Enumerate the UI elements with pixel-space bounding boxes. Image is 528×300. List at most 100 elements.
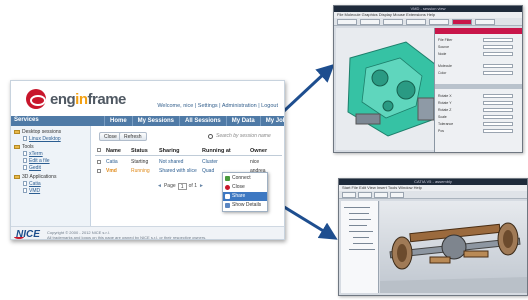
service-icon bbox=[23, 181, 27, 187]
sidebar-item-catia[interactable]: Catia bbox=[23, 181, 41, 187]
sidebar-item-gedit[interactable]: Gedit bbox=[23, 165, 41, 171]
col-running-at[interactable]: Running at bbox=[202, 148, 231, 154]
tree-node bbox=[353, 237, 369, 238]
folder-icon bbox=[14, 144, 20, 149]
col-status[interactable]: Status bbox=[131, 148, 148, 154]
row-checkbox[interactable] bbox=[97, 169, 101, 173]
catia-session-screenshot: CATIA V5 - assembly Start File Edit View… bbox=[338, 178, 528, 296]
tree-node bbox=[349, 231, 373, 232]
prop-field[interactable] bbox=[483, 45, 513, 49]
cell-sharing: Not shared bbox=[159, 159, 184, 165]
prop-field[interactable] bbox=[483, 115, 513, 119]
sidebar-item-vmd[interactable]: VMD bbox=[23, 188, 40, 194]
pagination: ◄ Page 1 of 1 ► bbox=[155, 182, 206, 190]
prop-row: Pos bbox=[438, 129, 445, 133]
tab-all-sessions[interactable]: All Sessions bbox=[179, 116, 226, 126]
3d-viewport bbox=[380, 201, 527, 293]
refresh-button[interactable]: Refresh bbox=[119, 132, 147, 141]
cell-name[interactable]: Vmd bbox=[106, 168, 117, 174]
section-divider bbox=[435, 84, 522, 89]
toolbar-button bbox=[358, 192, 372, 198]
session-search[interactable]: Search by session name bbox=[207, 132, 282, 141]
sidebar-group-3d-applications[interactable]: 3D Applications bbox=[14, 174, 56, 180]
prop-field[interactable] bbox=[483, 38, 513, 42]
page-count: of 1 bbox=[188, 183, 197, 189]
portal-footer: NICE Copyright © 2000 - 2012 NICE s.r.l.… bbox=[11, 226, 284, 240]
sidebar-group-tools[interactable]: Tools bbox=[14, 144, 34, 150]
tree-node bbox=[353, 243, 373, 244]
prop-row: Tolerance bbox=[438, 122, 454, 126]
prop-field[interactable] bbox=[483, 64, 513, 68]
properties-panel: File Filter Source Node Molecule Color R… bbox=[434, 28, 522, 152]
col-owner[interactable]: Owner bbox=[250, 148, 267, 154]
tab-my-sessions[interactable]: My Sessions bbox=[131, 116, 179, 126]
prop-row: Source bbox=[438, 45, 450, 49]
session-search-placeholder: Search by session name bbox=[216, 133, 271, 139]
tree-node bbox=[349, 249, 375, 250]
vmd-session-screenshot: VMD - session view File Molecule Graphic… bbox=[333, 5, 523, 153]
enginframe-logo-icon bbox=[26, 89, 46, 109]
row-checkbox[interactable] bbox=[97, 160, 101, 164]
properties-header bbox=[435, 28, 522, 34]
table-header: Name Status Sharing Running at Owner bbox=[95, 146, 282, 156]
copyright-text: Copyright © 2000 - 2012 NICE s.r.l. All … bbox=[47, 230, 207, 240]
col-sharing[interactable]: Sharing bbox=[159, 148, 179, 154]
prop-row: File Filter bbox=[438, 38, 453, 42]
toolbar-button bbox=[383, 19, 403, 25]
service-icon bbox=[23, 136, 27, 142]
cell-name[interactable]: Catia bbox=[106, 159, 118, 165]
table-row[interactable]: Catia Starting Not shared Cluster nice bbox=[95, 158, 282, 166]
connect-icon bbox=[225, 176, 230, 181]
portal-header: enginframe Welcome, nice | Settings | Ad… bbox=[11, 81, 284, 116]
prop-field[interactable] bbox=[483, 108, 513, 112]
prop-field[interactable] bbox=[483, 101, 513, 105]
prop-row: Scale bbox=[438, 115, 447, 119]
service-icon bbox=[23, 158, 27, 164]
cell-status: Starting bbox=[131, 159, 149, 165]
sidebar-group-desktop-sessions[interactable]: Desktop sessions bbox=[14, 129, 61, 135]
menu-item-share[interactable]: Share bbox=[223, 192, 267, 201]
folder-icon bbox=[14, 174, 20, 179]
toolbar-button bbox=[337, 19, 357, 25]
prev-page-button[interactable]: ◄ bbox=[157, 183, 162, 189]
service-icon bbox=[23, 165, 27, 171]
next-page-button[interactable]: ► bbox=[199, 183, 204, 189]
menu-item-show-details[interactable]: Show Details bbox=[223, 201, 267, 210]
tree-node bbox=[349, 219, 371, 220]
enginframe-logo[interactable]: enginframe bbox=[26, 89, 126, 109]
close-icon bbox=[225, 185, 230, 190]
cell-status: Running bbox=[131, 168, 150, 174]
select-all-checkbox[interactable] bbox=[97, 148, 101, 152]
tab-home[interactable]: Home bbox=[104, 116, 132, 126]
sidebar-item-xterm[interactable]: xTerm bbox=[23, 151, 43, 157]
tab-my-jobs[interactable]: My Jobs bbox=[259, 116, 284, 126]
session-context-menu: Connect Close Share Show Details bbox=[222, 172, 268, 212]
welcome-links[interactable]: Welcome, nice | Settings | Administratio… bbox=[157, 103, 278, 109]
prop-field[interactable] bbox=[483, 94, 513, 98]
tab-my-data[interactable]: My Data bbox=[225, 116, 260, 126]
col-name[interactable]: Name bbox=[106, 148, 121, 154]
service-icon bbox=[23, 151, 27, 157]
share-icon bbox=[225, 194, 230, 199]
sidebar-item-linux-desktop[interactable]: Linux Desktop bbox=[23, 136, 61, 142]
prop-field[interactable] bbox=[483, 129, 513, 133]
toolbar bbox=[334, 18, 522, 26]
menu-item-connect[interactable]: Connect bbox=[223, 174, 267, 183]
prop-field[interactable] bbox=[483, 52, 513, 56]
toolbar-button bbox=[429, 19, 449, 25]
cell-running-at: Quad bbox=[202, 168, 215, 174]
search-icon bbox=[208, 134, 213, 139]
folder-icon bbox=[14, 129, 20, 134]
prop-row: Rotate Z bbox=[438, 108, 452, 112]
menu-item-close[interactable]: Close bbox=[223, 183, 267, 192]
sidebar-item-edit-file[interactable]: Edit a file bbox=[23, 158, 50, 164]
page-number-input[interactable]: 1 bbox=[177, 182, 187, 190]
specification-tree bbox=[341, 201, 379, 293]
cell-running-at: Cluster bbox=[202, 159, 218, 165]
prop-field[interactable] bbox=[483, 71, 513, 75]
prop-row: Molecule bbox=[438, 64, 453, 68]
page-label: Page bbox=[163, 183, 176, 189]
prop-field[interactable] bbox=[483, 122, 513, 126]
tree-node bbox=[344, 207, 370, 208]
tree-node bbox=[349, 225, 367, 226]
